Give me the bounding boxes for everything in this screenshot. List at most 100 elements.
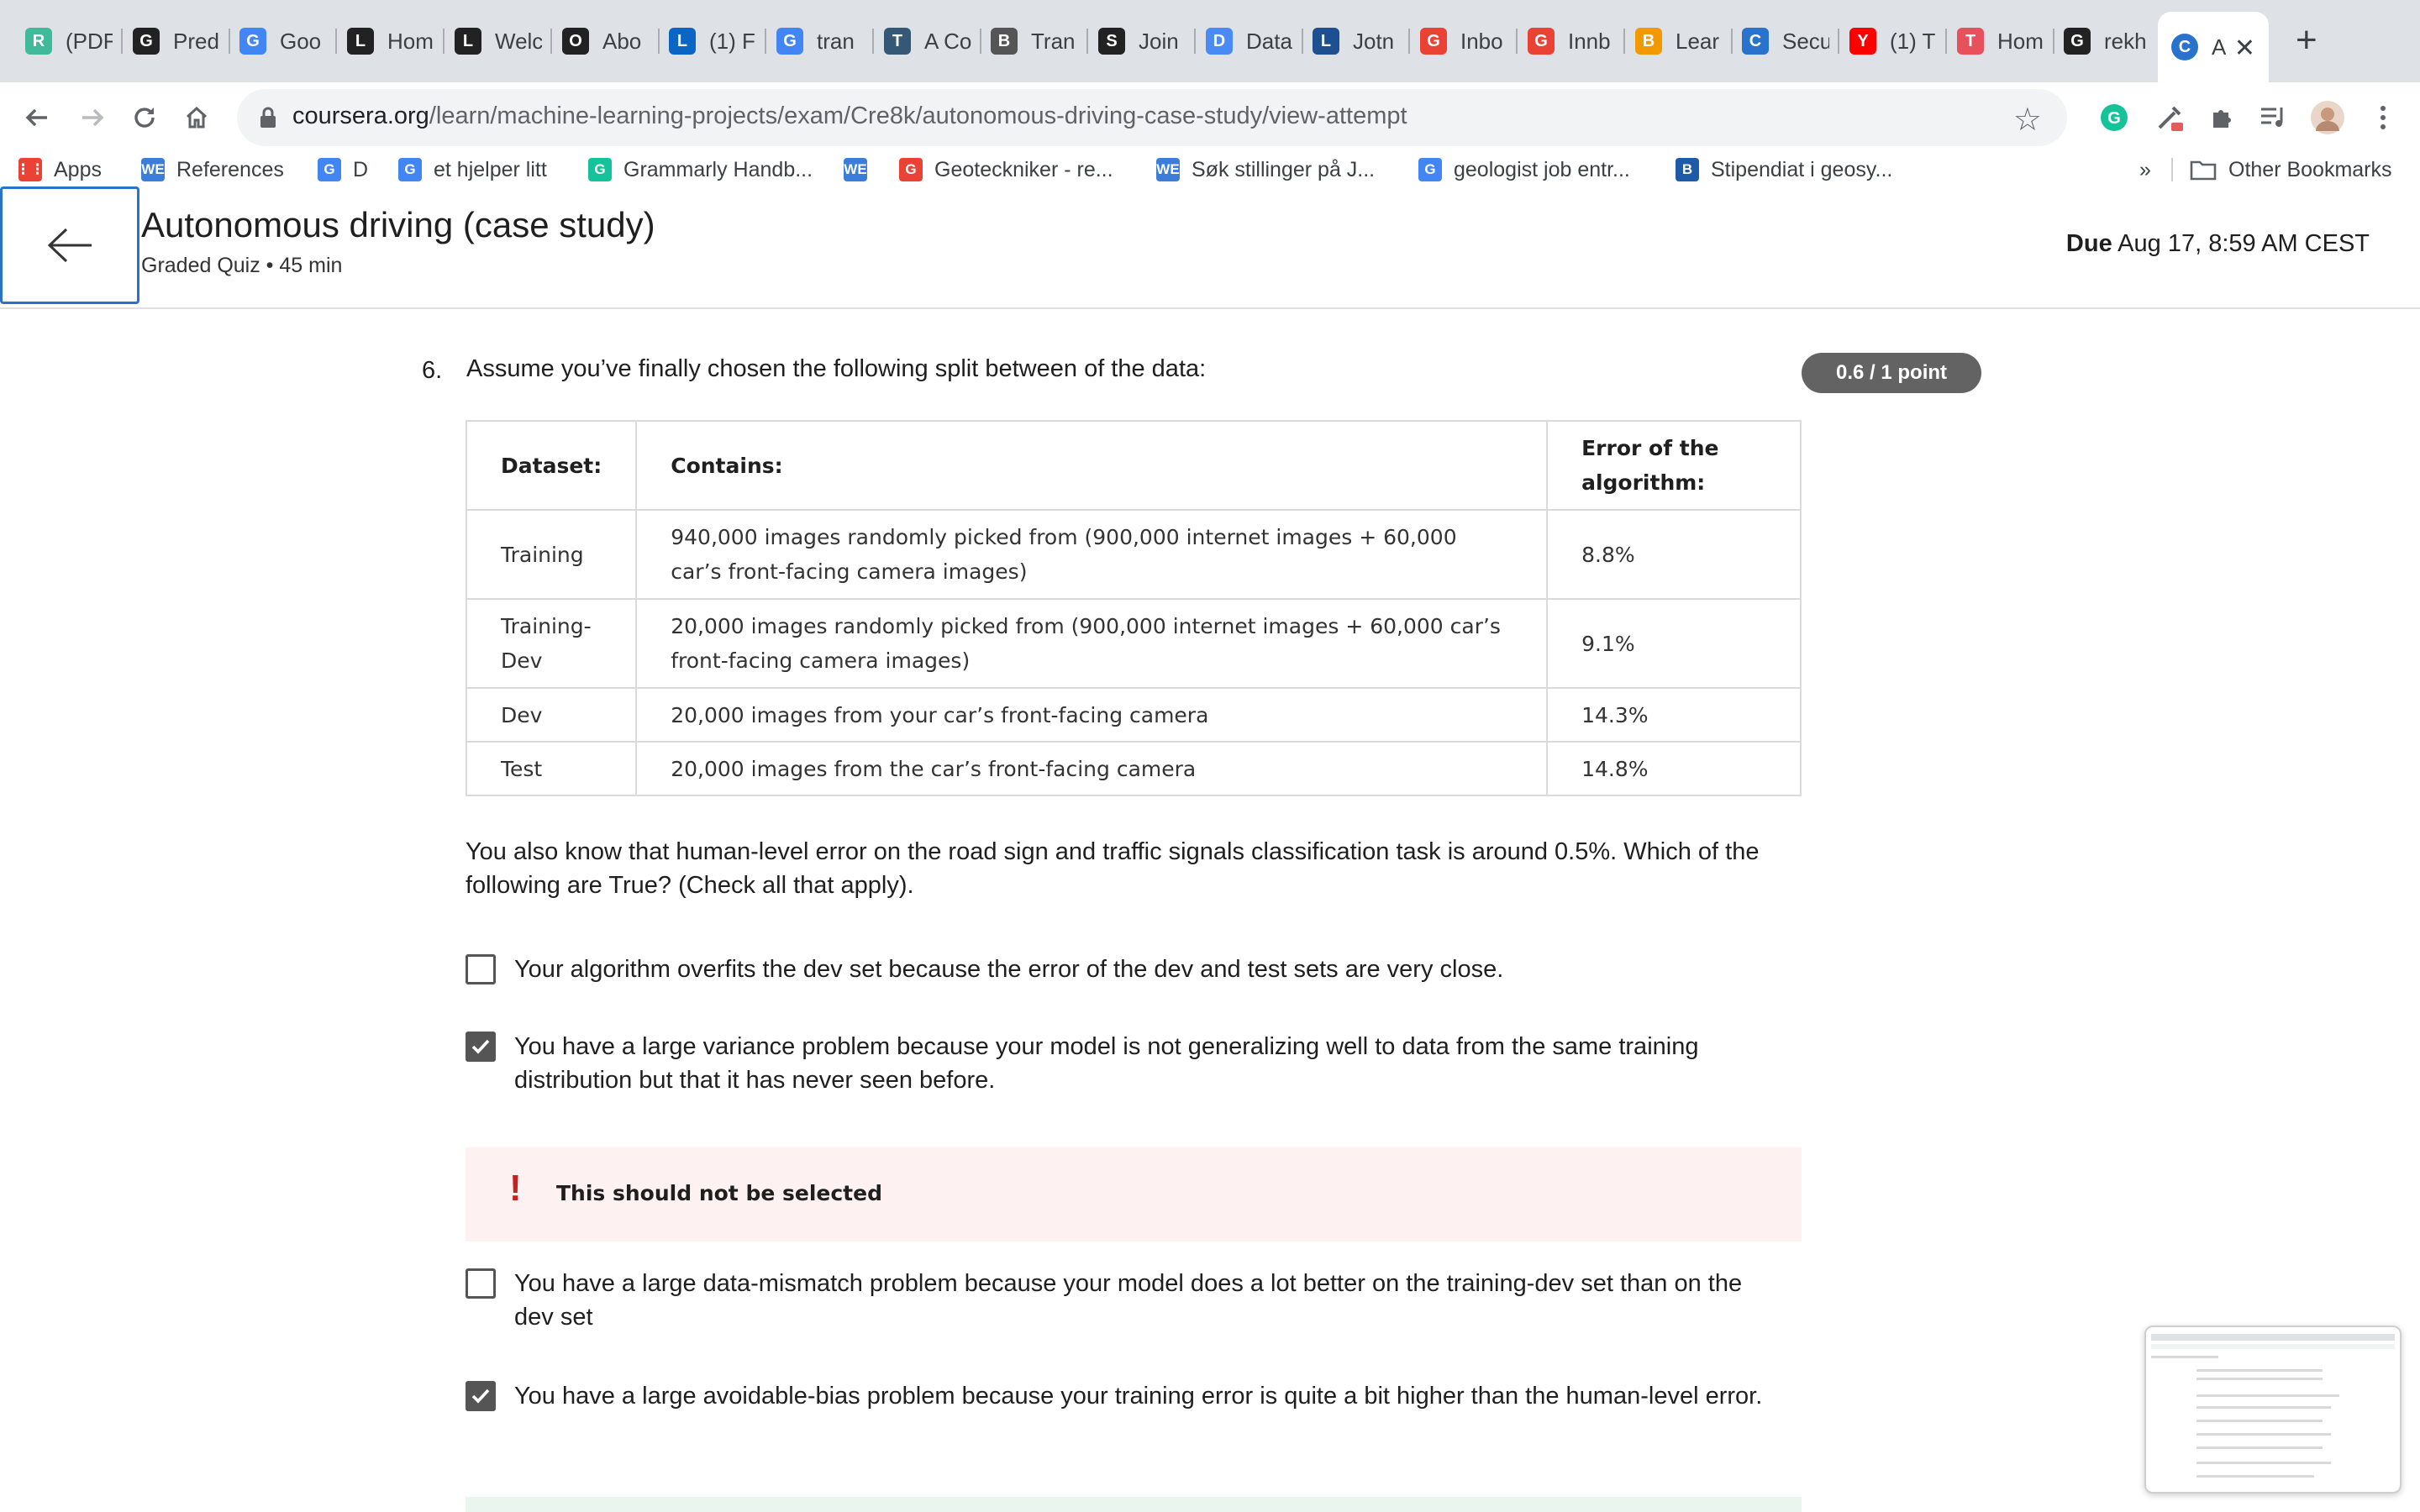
tab[interactable]: L Welc — [455, 20, 542, 62]
tab[interactable]: L (1) F — [669, 20, 756, 62]
puzzle-extensions-icon[interactable] — [2205, 101, 2238, 134]
tab[interactable]: C Secu — [1742, 20, 1829, 62]
tab[interactable]: Y (1) T — [1849, 20, 1937, 62]
tab-title: Goo — [280, 28, 322, 54]
bookmark-item[interactable]: WE — [844, 155, 879, 185]
incorrect-feedback: ! This should not be selected — [466, 1147, 1802, 1242]
bookmark-item[interactable]: Get hjelper litt — [398, 155, 547, 185]
table-header-row: Dataset: Contains: Error of the algorith… — [465, 420, 1802, 511]
checkbox-unchecked[interactable] — [466, 954, 496, 984]
bookmark-item[interactable]: WE References — [141, 155, 284, 185]
profile-avatar[interactable] — [2311, 101, 2344, 134]
table-cell: 14.3% — [1546, 687, 1802, 743]
tab[interactable]: B Lear — [1635, 20, 1723, 62]
bookmark-label: Apps — [54, 157, 102, 181]
tab[interactable]: O Abo — [562, 20, 650, 62]
home-icon[interactable] — [180, 101, 213, 134]
tab-separator — [1302, 29, 1303, 54]
tab[interactable]: G Inbo — [1420, 20, 1507, 62]
back-button[interactable] — [0, 186, 139, 304]
tab-active[interactable]: C A ✕ — [2158, 12, 2269, 82]
tab-title: Join — [1139, 28, 1179, 54]
bookmark-blue-icon: B — [1676, 158, 1699, 181]
bookmark-item[interactable]: G Geoteckniker - re... — [899, 155, 1113, 185]
bookmarks-divider — [2171, 158, 2173, 181]
coursera-icon: C — [2171, 34, 2198, 60]
screenshot-thumbnail[interactable] — [2144, 1326, 2402, 1494]
grammarly-extension-icon[interactable]: G — [2097, 101, 2131, 134]
tab[interactable]: G Innb — [1528, 20, 1615, 62]
tab-separator — [1408, 29, 1410, 54]
bookmark-item[interactable]: GD — [318, 155, 368, 185]
tab-title: Tran — [1031, 28, 1076, 54]
tab-separator — [1945, 29, 1947, 54]
bookmark-label: Grammarly Handb... — [623, 157, 813, 181]
checkmark-icon — [471, 1039, 490, 1054]
tab[interactable]: R (PDF — [25, 20, 113, 62]
tab-separator — [1516, 29, 1518, 54]
tab[interactable]: B Tran — [991, 20, 1078, 62]
tab-title: A — [2212, 34, 2227, 60]
tab-separator — [2053, 29, 2054, 54]
answer-option-label: You have a large variance problem becaus… — [514, 1033, 1699, 1094]
table-row: Training 940,000 images randomly picked … — [465, 509, 1802, 600]
url-text: coursera.org/learn/machine-learning-proj… — [292, 102, 1407, 129]
kebab-menu-icon[interactable] — [2366, 101, 2400, 134]
lock-icon — [260, 107, 276, 128]
correct-feedback-edge — [466, 1497, 1802, 1512]
tab-title: A Co — [924, 28, 971, 54]
tab[interactable]: T Hom — [1957, 20, 2044, 62]
checkbox-checked[interactable] — [466, 1381, 496, 1411]
bookmarks-overflow-button[interactable]: » — [2139, 155, 2151, 185]
tab[interactable]: Grekh — [2064, 20, 2151, 62]
checkbox-checked[interactable] — [466, 1032, 496, 1062]
tab[interactable]: Gtran — [776, 20, 864, 62]
table-cell: 20,000 images from your car’s front-faci… — [635, 687, 1549, 743]
table-row: Training-Dev 20,000 images randomly pick… — [465, 598, 1802, 689]
tab[interactable]: D Data — [1206, 20, 1293, 62]
other-bookmarks-button[interactable]: Other Bookmarks — [2190, 155, 2392, 185]
we-icon: WE — [844, 158, 867, 181]
bookmark-item[interactable]: B Stipendiat i geosy... — [1676, 155, 1892, 185]
tab-separator — [765, 29, 766, 54]
back-arrow-icon[interactable] — [20, 101, 54, 134]
tab-separator — [1194, 29, 1196, 54]
tab[interactable]: G Goo — [239, 20, 327, 62]
tab[interactable]: L Jotn — [1313, 20, 1400, 62]
close-icon[interactable]: ✕ — [2234, 34, 2255, 63]
browser-tab-strip: R (PDF G Pred G Goo L Hom L Welc O Abo L (1) F Gtran T A… — [0, 0, 2420, 82]
table-cell: Training — [465, 509, 638, 600]
bicycle-icon: B — [991, 28, 1018, 55]
table-header-cell: Dataset: — [465, 420, 638, 511]
tab-separator — [658, 29, 660, 54]
bookmark-item[interactable]: WE Søk stillinger på J... — [1156, 155, 1375, 185]
bookmark-item[interactable]: G Grammarly Handb... — [588, 155, 813, 185]
media-queue-icon[interactable] — [2257, 101, 2291, 134]
grammarly-icon: G — [588, 158, 612, 181]
table-cell: 20,000 images from the car’s front-facin… — [635, 741, 1549, 796]
reload-icon[interactable] — [128, 101, 161, 134]
table-cell: Training-Dev — [465, 598, 638, 689]
address-bar[interactable]: coursera.org/learn/machine-learning-proj… — [237, 89, 2067, 146]
tab[interactable]: G Pred — [133, 20, 220, 62]
bars-icon: B — [1635, 28, 1662, 55]
tab-title: tran — [817, 28, 855, 54]
bookmark-star-icon[interactable]: ☆ — [2013, 101, 2042, 139]
bookmark-label: Søk stillinger på J... — [1192, 157, 1376, 181]
tab-title: Lear — [1676, 28, 1720, 54]
google-icon: G — [1418, 158, 1442, 181]
tab-separator — [1838, 29, 1839, 54]
answer-option-label: You have a large data-mismatch problem b… — [514, 1270, 1743, 1331]
gmail-icon: G — [1528, 28, 1555, 55]
tab[interactable]: S Join — [1098, 20, 1186, 62]
tab-separator — [1731, 29, 1733, 54]
tab[interactable]: T A Co — [884, 20, 971, 62]
checkbox-unchecked[interactable] — [466, 1268, 496, 1299]
tab[interactable]: L Hom — [347, 20, 434, 62]
bookmark-item[interactable]: ⋮⋮ Apps — [16, 155, 102, 185]
eyedropper-extension-icon[interactable] — [2153, 101, 2186, 134]
forward-arrow-icon[interactable] — [76, 101, 109, 134]
apps-grid-icon: ⋮⋮ — [16, 158, 45, 181]
bookmark-item[interactable]: Ggeologist job entr... — [1418, 155, 1630, 185]
new-tab-button[interactable]: + — [2296, 22, 2317, 59]
